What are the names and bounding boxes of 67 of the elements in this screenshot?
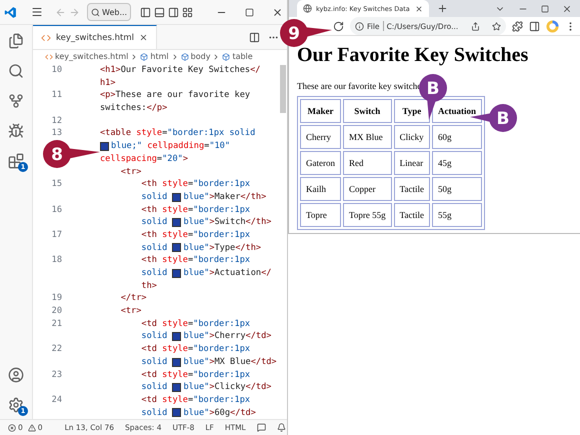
table-cell: Linear (394, 151, 430, 175)
breadcrumb-item[interactable]: body (190, 52, 210, 61)
code-line: solid blue">Type</th> (140, 242, 262, 254)
line-number: 18 (52, 255, 62, 266)
line-number: 24 (52, 394, 62, 405)
table-cell: 50g (432, 177, 482, 201)
code-line: switches:</p> (99, 102, 168, 115)
line-number: 13 (52, 128, 62, 138)
code-line: <tr> (120, 305, 142, 318)
code-line: <td style="border:1px (140, 343, 250, 356)
line-number: 19 (52, 293, 62, 304)
table-cell: Cherry (300, 125, 341, 149)
code-line: solid blue">Clicky</td> (140, 381, 272, 394)
page-heading: Our Favorite Key Switches (297, 44, 530, 67)
line-number: 22 (52, 344, 62, 354)
code-line: <th style="border:1px (140, 228, 250, 242)
line-number: 11 (52, 90, 62, 100)
code-line: th> (140, 280, 157, 292)
code-line: <td style="border:1px (140, 318, 250, 330)
search-field[interactable]: Web... (87, 3, 132, 21)
line-number: 10 (52, 65, 62, 75)
table-cell: Red (343, 151, 392, 175)
table-cell: Topre (300, 203, 341, 227)
table-cell: Kailh (300, 177, 341, 201)
code-line: <th style="border:1px (140, 254, 250, 267)
code-line: </tr> (120, 292, 147, 306)
code-line: <tr> (120, 166, 142, 178)
code-line: h1> (99, 76, 116, 90)
code-line: <h1>Our Favorite Key Switches</ (99, 64, 260, 77)
table-cell: MX Blue (343, 125, 392, 149)
code-line: solid blue">MX Blue</td> (140, 356, 277, 368)
table-cell: Topre 55g (343, 203, 392, 227)
table-cell: Gateron (300, 151, 341, 175)
table-header: Switch (343, 99, 392, 123)
table-cell: 55g (432, 203, 482, 227)
table-cell: Copper (343, 177, 392, 201)
breadcrumb-item[interactable]: table (232, 52, 253, 61)
tab-label: key_switches.html (56, 32, 134, 42)
breadcrumb-item[interactable]: html (150, 52, 169, 61)
code-line: solid blue">Actuation</ (140, 267, 272, 280)
code-line: solid blue">Maker</th> (140, 190, 266, 204)
line-number: 17 (52, 230, 62, 240)
editor-tab[interactable]: key_switches.html (33, 25, 157, 49)
table-header: Maker (300, 99, 341, 123)
line-number: 21 (52, 318, 62, 329)
code-line: <p>These are our favorite key (99, 89, 250, 102)
line-number: 23 (52, 370, 62, 380)
code-line: <table style="border:1px solid (99, 127, 256, 140)
breadcrumb-item[interactable]: key_switches.html (55, 52, 128, 61)
code-line: <td style="border:1px (140, 368, 250, 382)
code-line: solid blue">60g</td> (140, 406, 256, 419)
table-cell: 45g (432, 151, 482, 175)
code-line: solid blue">Switch</th> (140, 216, 272, 229)
code-line: <th style="border:1px (140, 204, 250, 216)
code-line: <th style="border:1px (140, 178, 250, 191)
code-line: cellspacing="20"> (99, 152, 188, 166)
line-number: 12 (52, 116, 62, 126)
table-cell: Tactile (394, 177, 430, 201)
line-number: 20 (52, 306, 62, 316)
table-cell: 60g (432, 125, 482, 149)
table-cell: Tactile (394, 203, 430, 227)
line-number: 15 (52, 179, 62, 190)
code-line: <td style="border:1px (140, 394, 250, 407)
code-line: solid blue">Cherry</td> (140, 330, 272, 344)
table-cell: Clicky (394, 125, 430, 149)
line-number: 16 (52, 204, 62, 215)
search-text: Web... (102, 8, 128, 16)
